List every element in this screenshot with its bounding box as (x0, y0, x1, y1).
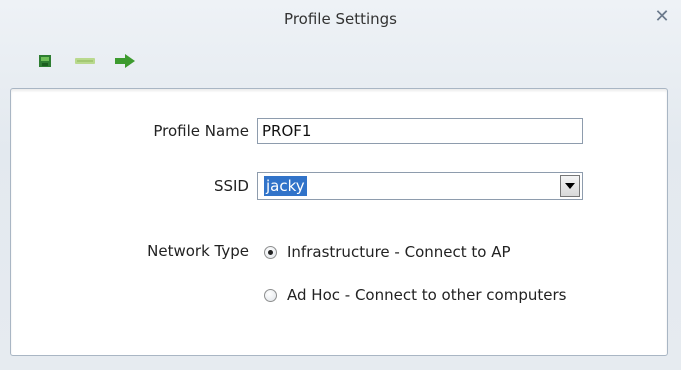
radio-button[interactable] (264, 288, 277, 302)
radio-infrastructure[interactable]: Infrastructure - Connect to AP (264, 243, 511, 261)
arrow-right-icon[interactable] (112, 51, 138, 71)
ssid-value: jacky (264, 176, 307, 196)
save-icon[interactable] (32, 51, 58, 71)
chevron-down-icon[interactable] (560, 175, 580, 197)
ssid-label: SSID (213, 177, 249, 195)
ssid-dropdown[interactable]: jacky (257, 172, 583, 200)
profile-name-label: Profile Name (153, 122, 249, 140)
profile-name-field[interactable] (257, 118, 583, 144)
dialog-title: Profile Settings (284, 10, 397, 28)
close-icon[interactable]: ✕ (651, 6, 673, 28)
radio-infrastructure-label: Infrastructure - Connect to AP (287, 243, 511, 261)
edit-icon[interactable] (72, 51, 98, 71)
radio-adhoc-label: Ad Hoc - Connect to other computers (287, 286, 567, 304)
profile-settings-dialog: Profile Settings ✕ Profile Name SSID jac… (0, 0, 681, 370)
toolbar (32, 50, 138, 72)
radio-adhoc[interactable]: Ad Hoc - Connect to other computers (264, 286, 566, 304)
radio-button-selected[interactable] (264, 245, 277, 259)
network-type-label: Network Type (147, 242, 249, 260)
